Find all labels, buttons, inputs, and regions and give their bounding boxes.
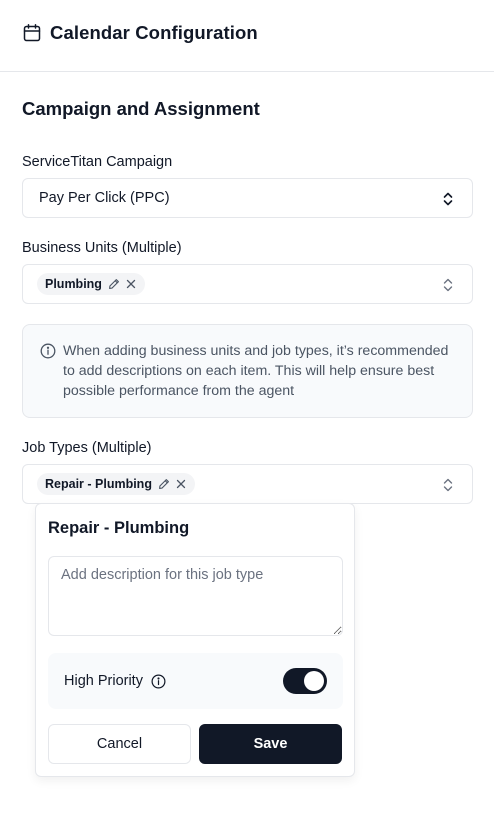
page-header: Calendar Configuration (0, 0, 494, 72)
high-priority-label: High Priority (64, 673, 143, 689)
close-icon[interactable] (126, 279, 136, 289)
chevron-up-down-icon (442, 277, 454, 293)
job-types-select[interactable]: Repair - Plumbing (22, 464, 473, 504)
business-unit-chip[interactable]: Plumbing (37, 273, 145, 295)
info-text: When adding business units and job types… (63, 343, 449, 399)
campaign-label: ServiceTitan Campaign (22, 154, 173, 170)
cancel-button[interactable]: Cancel (48, 724, 191, 764)
info-icon (40, 343, 56, 359)
job-type-edit-popover: Repair - Plumbing High Priority Cancel S… (35, 503, 355, 777)
chip-label: Repair - Plumbing (45, 477, 152, 491)
toggle-knob (304, 671, 324, 691)
high-priority-row: High Priority (48, 653, 343, 709)
popover-title: Repair - Plumbing (48, 519, 190, 537)
pencil-icon[interactable] (158, 478, 170, 490)
save-button[interactable]: Save (199, 724, 342, 764)
business-units-select[interactable]: Plumbing (22, 264, 473, 304)
pencil-icon[interactable] (108, 278, 120, 290)
info-callout: When adding business units and job types… (22, 324, 473, 418)
calendar-icon (22, 23, 42, 43)
job-type-chip[interactable]: Repair - Plumbing (37, 473, 195, 495)
chevron-up-down-icon (442, 191, 454, 207)
campaign-select-value: Pay Per Click (PPC) (39, 190, 170, 206)
chevron-up-down-icon (442, 477, 454, 493)
high-priority-toggle[interactable] (283, 668, 327, 694)
job-types-label: Job Types (Multiple) (22, 440, 152, 456)
campaign-select[interactable]: Pay Per Click (PPC) (22, 178, 473, 218)
page-title: Calendar Configuration (50, 21, 258, 43)
chip-label: Plumbing (45, 277, 102, 291)
job-type-description-input[interactable] (48, 556, 343, 636)
close-icon[interactable] (176, 479, 186, 489)
info-icon[interactable] (151, 674, 166, 689)
section-title: Campaign and Assignment (22, 98, 260, 119)
business-units-label: Business Units (Multiple) (22, 240, 182, 256)
